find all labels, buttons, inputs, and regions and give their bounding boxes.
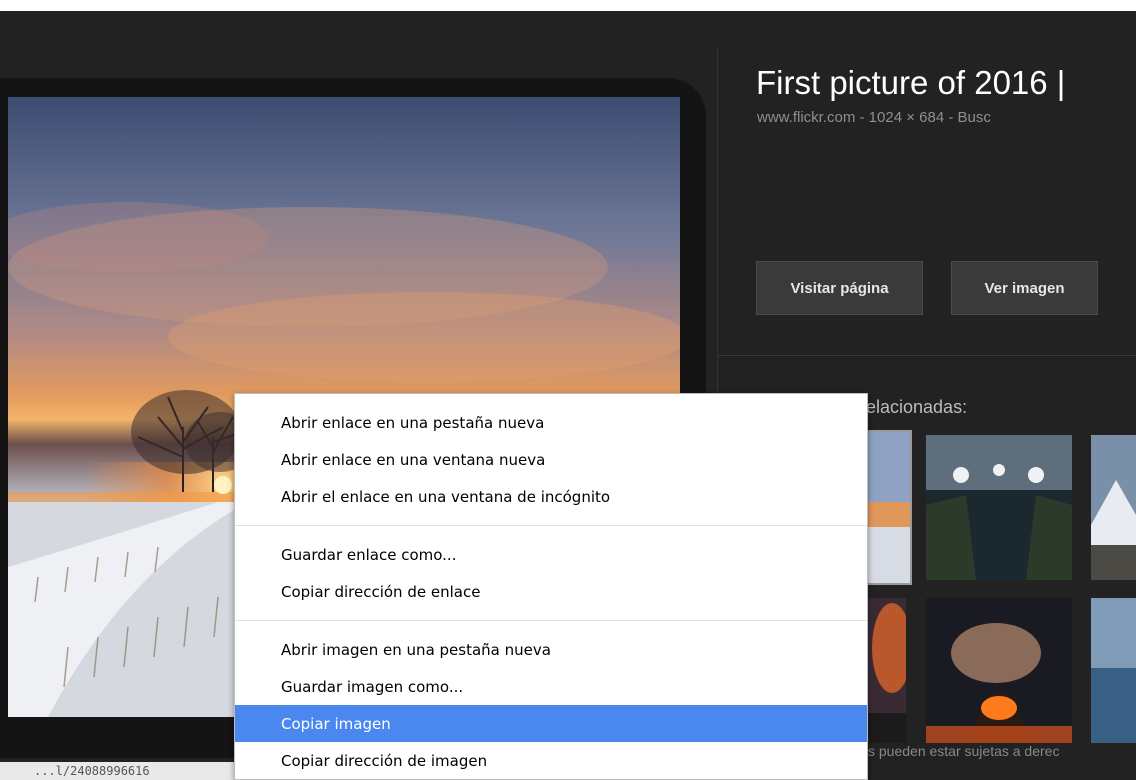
related-images-label: relacionadas: (860, 397, 968, 417)
view-image-button[interactable]: Ver imagen (951, 261, 1098, 315)
menu-open-link-incognito[interactable]: Abrir el enlace en una ventana de incógn… (235, 478, 867, 515)
related-thumbnail[interactable] (1091, 435, 1136, 580)
related-thumbnail[interactable] (862, 430, 912, 585)
menu-open-link-new-window[interactable]: Abrir enlace en una ventana nueva (235, 441, 867, 478)
menu-save-link-as[interactable]: Guardar enlace como... (235, 536, 867, 573)
fire-sky-thumbnail-image (862, 598, 906, 743)
menu-copy-link-address[interactable]: Copiar dirección de enlace (235, 573, 867, 610)
related-thumbnail[interactable] (926, 435, 1072, 580)
image-meta: www.flickr.com - 1024 × 684 - Busc (757, 109, 991, 126)
mountain-thumbnail-image (1091, 435, 1136, 580)
related-thumbnail[interactable] (862, 598, 906, 743)
volcano-thumbnail-image (926, 598, 1072, 743)
top-bar (0, 0, 1136, 11)
sunset-thumbnail-image (864, 432, 910, 583)
status-url: ...l/24088996616 (0, 762, 236, 780)
menu-copy-image[interactable]: Copiar imagen (235, 705, 867, 742)
menu-save-image-as[interactable]: Guardar imagen como... (235, 668, 867, 705)
visit-page-button[interactable]: Visitar página (756, 261, 923, 315)
image-title[interactable]: First picture of 2016 | (756, 64, 1065, 102)
context-menu: Abrir enlace en una pestaña nueva Abrir … (234, 393, 868, 780)
horizontal-divider (718, 355, 1136, 356)
menu-copy-image-address[interactable]: Copiar dirección de imagen (235, 742, 867, 779)
related-thumbnail[interactable] (1091, 598, 1136, 743)
sea-thumbnail-image (1091, 598, 1136, 743)
menu-open-image-new-tab[interactable]: Abrir imagen en una pestaña nueva (235, 631, 867, 668)
menu-separator (235, 525, 867, 526)
rights-notice: s pueden estar sujetas a derec (868, 743, 1060, 759)
menu-open-link-new-tab[interactable]: Abrir enlace en una pestaña nueva (235, 404, 867, 441)
menu-separator (235, 620, 867, 621)
related-thumbnail[interactable] (926, 598, 1072, 743)
lake-lights-thumbnail-image (926, 435, 1072, 580)
